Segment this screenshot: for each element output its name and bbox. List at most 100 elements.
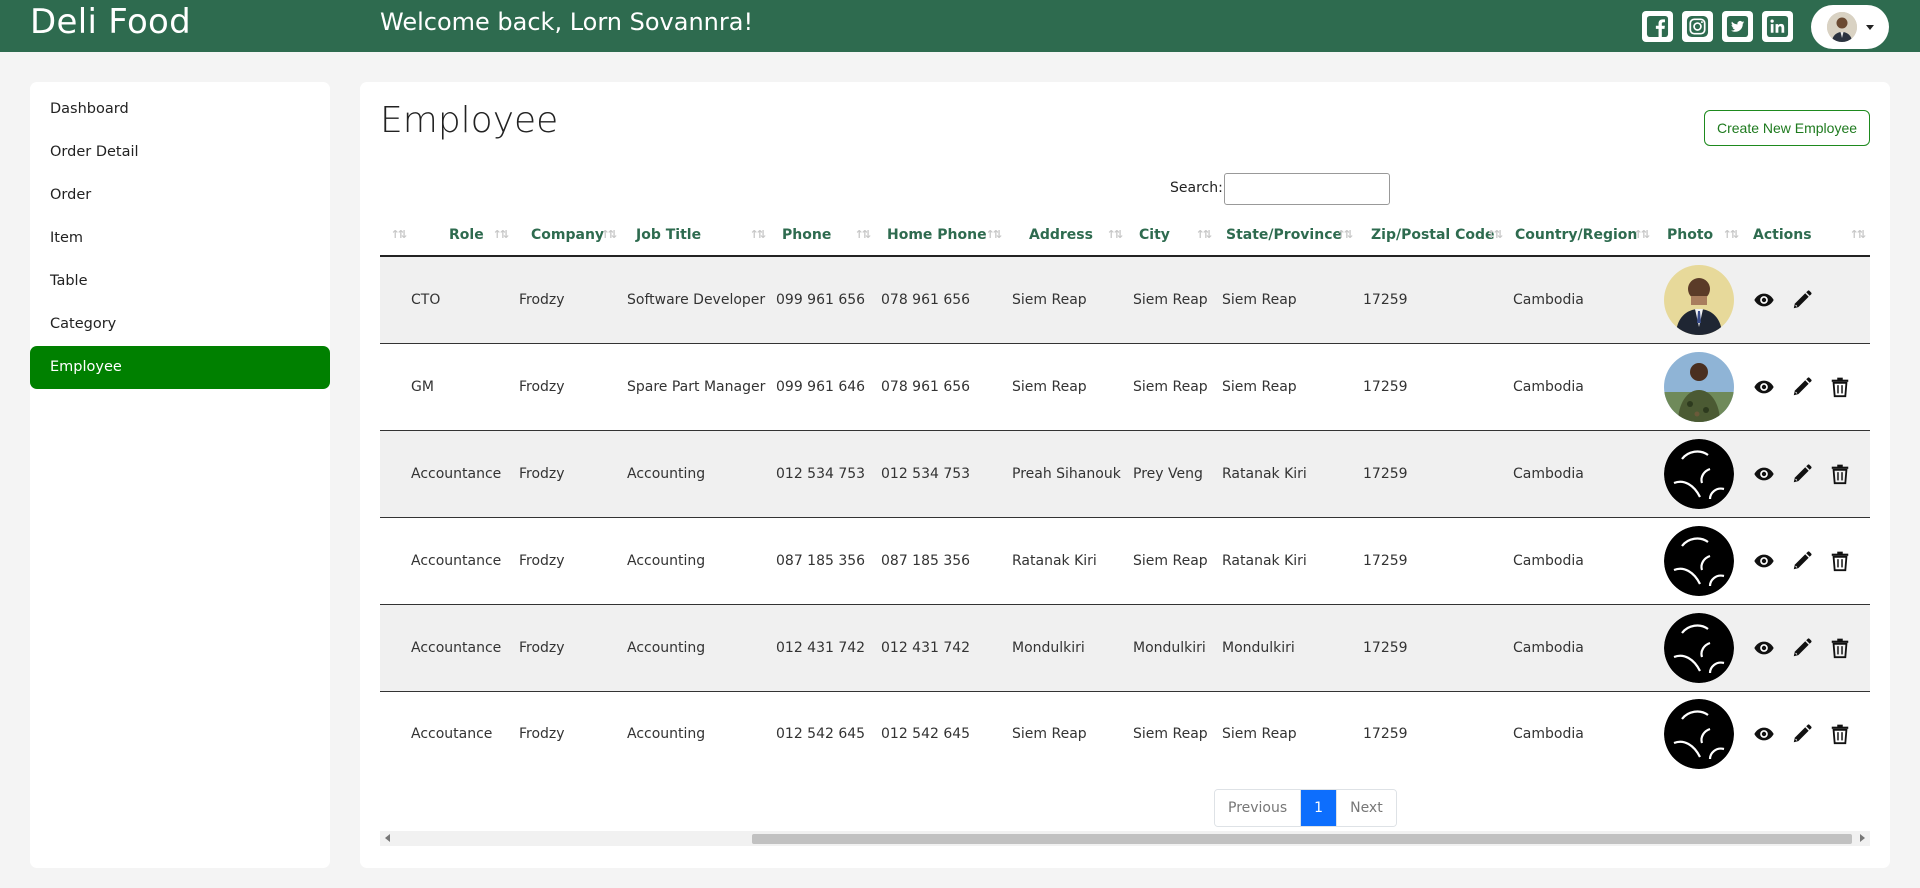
column-header-phone[interactable]: Phone ↑⇅ [770,214,875,257]
table-row[interactable]: CTO Frodzy Software Developer 099 961 656 07… [380,256,1870,344]
sort-arrows-icon[interactable]: ↑⇅ [1487,228,1504,241]
instagram-icon[interactable] [1682,11,1713,42]
column-header-photo[interactable]: Photo ↑⇅ [1654,214,1743,257]
column-header-state-province[interactable]: State/Province ↑⇅ [1216,214,1357,257]
facebook-icon[interactable] [1642,11,1673,42]
cell-phone: 012 534 753 [770,430,875,518]
edit-pencil-icon[interactable] [1791,723,1813,745]
sort-arrows-icon[interactable]: ↑⇅ [1850,228,1867,241]
horizontal-scrollbar[interactable] [380,831,1870,846]
view-eye-icon[interactable] [1753,637,1775,659]
edit-pencil-icon[interactable] [1791,376,1813,398]
linkedin-icon[interactable] [1762,11,1793,42]
delete-trash-icon[interactable] [1829,550,1851,572]
cell-country: Cambodia [1507,256,1654,344]
column-header-address[interactable]: Address ↑⇅ [1006,214,1127,257]
delete-trash-icon[interactable] [1829,463,1851,485]
sidebar-item-dashboard[interactable]: Dashboard [30,88,330,131]
cell-country: Cambodia [1507,430,1654,518]
sort-arrows-icon[interactable]: ↑⇅ [1337,228,1354,241]
profile-dropdown-button[interactable] [1811,5,1889,49]
brand-logo[interactable]: Deli Food [30,2,191,42]
column-header-country[interactable]: Country/Region ↑⇅ [1507,214,1654,257]
column-header-city[interactable]: City ↑⇅ [1127,214,1216,257]
search-input[interactable] [1224,173,1390,205]
scroll-left-arrow-icon[interactable] [385,834,390,842]
column-header-job-title[interactable]: Job Title ↑⇅ [621,214,770,257]
pagination-previous[interactable]: Previous [1215,790,1302,826]
column-header-label: Job Title [636,226,702,243]
cell-city: Siem Reap [1127,691,1216,770]
cell-role: CTO [411,256,513,344]
view-eye-icon[interactable] [1753,463,1775,485]
column-header-label: Country/Region [1515,226,1638,243]
sidebar-item-category[interactable]: Category [30,303,330,346]
table-row[interactable]: Accountance Frodzy Accounting 087 185 356 08… [380,517,1870,605]
sort-arrows-icon[interactable]: ↑⇅ [855,228,872,241]
sort-arrows-icon[interactable]: ↑⇅ [750,228,767,241]
delete-trash-icon[interactable] [1829,637,1851,659]
sidebar-item-employee[interactable]: Employee [30,346,330,389]
column-header-company[interactable]: Company ↑⇅ [513,214,621,257]
cell-city: Mondulkiri [1127,604,1216,692]
pagination-next[interactable]: Next [1337,790,1396,826]
delete-trash-icon[interactable] [1829,723,1851,745]
column-header-role[interactable]: Role ↑⇅ [411,214,513,257]
row-spacer [380,343,411,431]
cell-job-title: Accounting [621,691,770,770]
scroll-right-arrow-icon[interactable] [1860,834,1865,842]
view-eye-icon[interactable] [1753,376,1775,398]
cell-country: Cambodia [1507,343,1654,431]
column-header-label: Phone [782,226,832,243]
sort-arrows-icon[interactable]: ↑⇅ [1634,228,1651,241]
sidebar-item-order-detail[interactable]: Order Detail [30,131,330,174]
cell-actions [1743,691,1870,770]
table-row[interactable]: GM Frodzy Spare Part Manager 099 961 646 078… [380,343,1870,431]
cell-country: Cambodia [1507,604,1654,692]
view-eye-icon[interactable] [1753,550,1775,572]
sort-arrows-icon[interactable]: ↑⇅ [391,228,408,241]
cell-address: Mondulkiri [1006,604,1127,692]
table-row[interactable]: Accountance Frodzy Accounting 012 534 753 01… [380,430,1870,518]
cell-photo [1654,517,1743,605]
cell-role: Accountance [411,430,513,518]
sort-arrows-icon[interactable]: ↑⇅ [1107,228,1124,241]
cell-home-phone: 087 185 356 [875,517,1006,605]
view-eye-icon[interactable] [1753,289,1775,311]
sidebar-item-item[interactable]: Item [30,217,330,260]
edit-pencil-icon[interactable] [1791,289,1813,311]
row-spacer [380,256,411,344]
cell-company: Frodzy [513,256,621,344]
edit-pencil-icon[interactable] [1791,463,1813,485]
column-header-home-phone[interactable]: Home Phone ↑⇅ [875,214,1006,257]
sort-arrows-icon[interactable]: ↑⇅ [1723,228,1740,241]
edit-pencil-icon[interactable] [1791,550,1813,572]
sidebar-item-order[interactable]: Order [30,174,330,217]
cell-state: Siem Reap [1216,343,1357,431]
column-header-sort-0[interactable]: ↑⇅ [380,214,411,257]
sidebar: Dashboard Order Detail Order Item Table … [30,82,330,868]
edit-pencil-icon[interactable] [1791,637,1813,659]
cell-city: Siem Reap [1127,256,1216,344]
sidebar-item-table[interactable]: Table [30,260,330,303]
default-user-icon [1663,525,1734,596]
sort-arrows-icon[interactable]: ↑⇅ [986,228,1003,241]
view-eye-icon[interactable] [1753,723,1775,745]
scrollbar-thumb[interactable] [752,834,1852,844]
cell-zip: 17259 [1357,604,1507,692]
sort-arrows-icon[interactable]: ↑⇅ [601,228,618,241]
column-header-zip[interactable]: Zip/Postal Code ↑⇅ [1357,214,1507,257]
sort-arrows-icon[interactable]: ↑⇅ [493,228,510,241]
delete-trash-icon[interactable] [1829,376,1851,398]
employee-photo [1663,264,1734,335]
column-header-label: Home Phone [887,226,987,243]
create-new-employee-button[interactable]: Create New Employee [1704,110,1870,146]
cell-company: Frodzy [513,517,621,605]
twitter-icon[interactable] [1722,11,1753,42]
table-row[interactable]: Accountance Frodzy Accounting 012 431 742 01… [380,604,1870,692]
pagination-page-1[interactable]: 1 [1301,790,1338,826]
table-row[interactable]: Accoutance Frodzy Accounting 012 542 645 012… [380,691,1870,770]
column-header-actions[interactable]: Actions ↑⇅ [1743,214,1870,257]
sort-arrows-icon[interactable]: ↑⇅ [1196,228,1213,241]
cell-actions [1743,430,1870,518]
